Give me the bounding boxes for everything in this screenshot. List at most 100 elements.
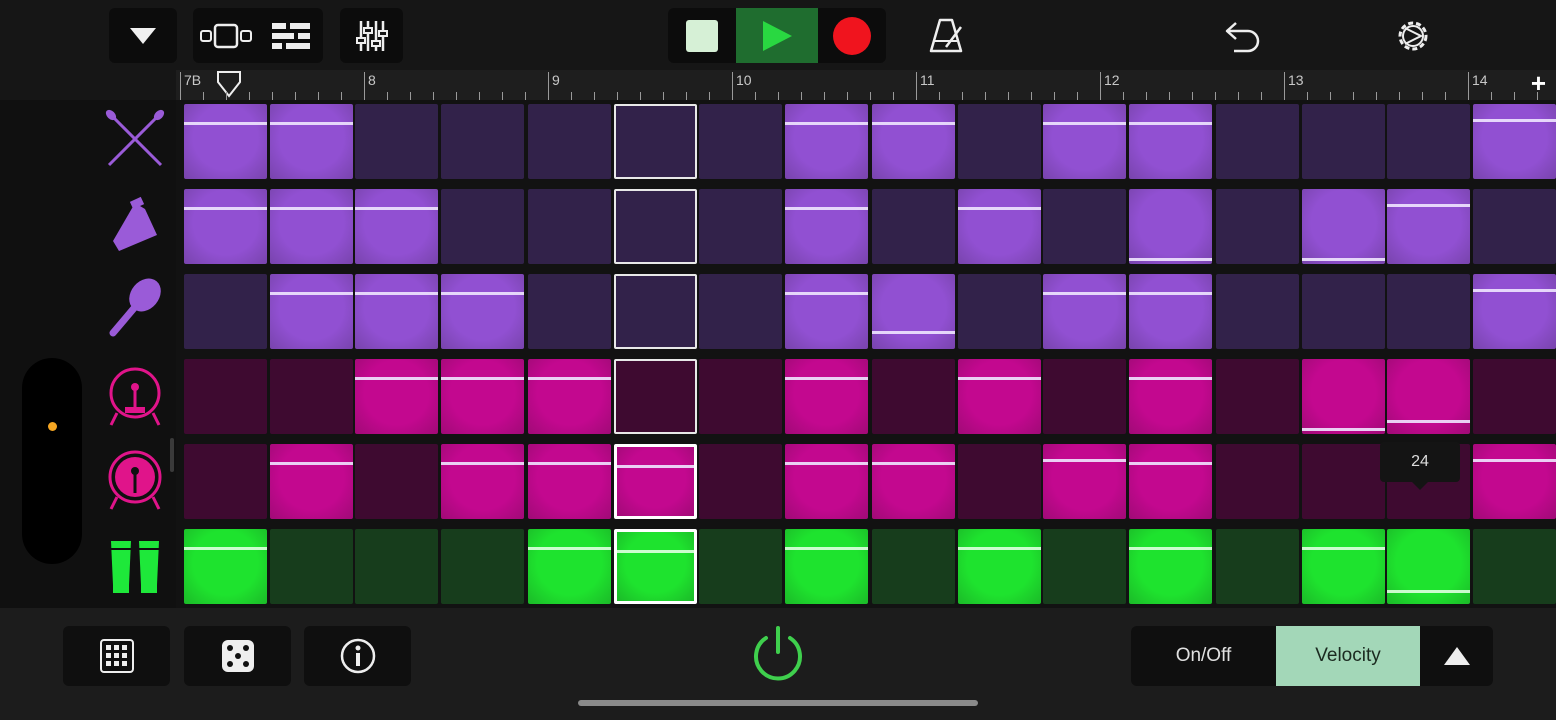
velocity-line[interactable] [784, 122, 868, 125]
step-cell[interactable] [528, 104, 611, 179]
velocity-line[interactable] [957, 207, 1041, 210]
step-cell[interactable] [1472, 274, 1556, 349]
step-cell[interactable] [440, 444, 524, 519]
velocity-line[interactable] [440, 377, 524, 380]
velocity-line[interactable] [355, 377, 438, 380]
step-cell[interactable] [1387, 274, 1470, 349]
timeline-ruler[interactable]: + 7B 8 9 10 11 12 13 14 [176, 68, 1556, 103]
step-cell[interactable] [1472, 359, 1556, 434]
step-cell[interactable] [1216, 104, 1299, 179]
step-cell[interactable] [613, 359, 697, 434]
step-cell[interactable] [440, 359, 524, 434]
step-cell[interactable] [1301, 104, 1385, 179]
power-button[interactable] [748, 622, 808, 686]
step-cell[interactable] [957, 104, 1041, 179]
step-cell[interactable] [1301, 444, 1385, 519]
play-button[interactable] [736, 8, 818, 63]
velocity-line[interactable] [184, 122, 267, 125]
step-cell[interactable] [528, 189, 611, 264]
velocity-line[interactable] [269, 462, 353, 465]
grid-size-button[interactable] [63, 626, 170, 686]
velocity-mode-tab[interactable]: Velocity [1276, 626, 1420, 686]
step-cell[interactable] [528, 444, 611, 519]
step-cell[interactable] [957, 529, 1041, 604]
add-section-button[interactable]: + [1531, 68, 1546, 99]
velocity-line[interactable] [1128, 462, 1212, 465]
instrument-row-5[interactable] [100, 446, 170, 516]
step-cell[interactable] [355, 444, 438, 519]
browser-dropdown-button[interactable] [109, 8, 177, 63]
velocity-line[interactable] [784, 462, 868, 465]
stop-button[interactable] [668, 8, 736, 63]
playhead-marker[interactable] [216, 70, 242, 103]
step-cell[interactable] [784, 444, 868, 519]
step-cell[interactable] [184, 104, 267, 179]
velocity-line[interactable] [355, 292, 438, 295]
step-cell[interactable] [1043, 274, 1126, 349]
velocity-line[interactable] [616, 550, 694, 553]
velocity-line[interactable] [957, 377, 1041, 380]
velocity-line[interactable] [1043, 292, 1126, 295]
step-cell[interactable] [784, 274, 868, 349]
velocity-line[interactable] [528, 547, 611, 550]
velocity-line[interactable] [784, 292, 868, 295]
step-cell[interactable] [269, 529, 353, 604]
step-cell[interactable] [957, 189, 1041, 264]
step-cell[interactable] [957, 444, 1041, 519]
step-cell[interactable] [872, 189, 955, 264]
velocity-line[interactable] [616, 465, 694, 468]
step-cell[interactable] [613, 104, 697, 179]
step-cell[interactable] [1387, 359, 1470, 434]
step-cell[interactable] [613, 529, 697, 604]
velocity-line[interactable] [440, 292, 524, 295]
velocity-line[interactable] [528, 462, 611, 465]
step-cell[interactable] [699, 444, 782, 519]
live-loops-view-button[interactable] [258, 21, 323, 51]
step-cell[interactable] [957, 359, 1041, 434]
velocity-line[interactable] [1301, 428, 1385, 431]
step-cell[interactable] [1128, 529, 1212, 604]
instrument-row-3[interactable] [100, 272, 170, 342]
velocity-line[interactable] [184, 547, 267, 550]
step-cell[interactable] [872, 104, 955, 179]
step-cell[interactable] [269, 189, 353, 264]
velocity-line[interactable] [1472, 459, 1556, 462]
tracks-view-button[interactable] [193, 22, 258, 50]
step-cell[interactable] [440, 529, 524, 604]
step-cell[interactable] [184, 529, 267, 604]
on-off-mode-tab[interactable]: On/Off [1131, 626, 1276, 686]
step-cell[interactable] [184, 189, 267, 264]
step-cell[interactable] [1043, 359, 1126, 434]
velocity-line[interactable] [957, 547, 1041, 550]
velocity-line[interactable] [355, 207, 438, 210]
step-cell[interactable] [355, 529, 438, 604]
step-cell[interactable] [613, 444, 697, 519]
step-cell[interactable] [613, 274, 697, 349]
step-cell[interactable] [440, 104, 524, 179]
step-cell[interactable] [784, 529, 868, 604]
step-cell[interactable] [1387, 104, 1470, 179]
step-cell[interactable] [355, 104, 438, 179]
step-cell[interactable] [440, 189, 524, 264]
instrument-row-2[interactable] [100, 190, 170, 260]
row-scroll-pill[interactable] [22, 358, 82, 564]
velocity-line[interactable] [872, 331, 955, 334]
step-cell[interactable] [528, 359, 611, 434]
velocity-line[interactable] [269, 122, 353, 125]
step-cell[interactable] [784, 104, 868, 179]
velocity-line[interactable] [1472, 289, 1556, 292]
step-cell[interactable] [1472, 104, 1556, 179]
step-cell[interactable] [1472, 444, 1556, 519]
instrument-row-6[interactable] [100, 532, 170, 602]
step-cell[interactable] [1387, 529, 1470, 604]
step-cell[interactable] [528, 274, 611, 349]
metronome-button[interactable] [918, 8, 974, 63]
step-cell[interactable] [1128, 444, 1212, 519]
step-cell[interactable] [184, 359, 267, 434]
velocity-line[interactable] [784, 377, 868, 380]
step-cell[interactable] [1043, 529, 1126, 604]
step-cell[interactable] [784, 359, 868, 434]
velocity-line[interactable] [1043, 459, 1126, 462]
step-cell[interactable] [269, 104, 353, 179]
velocity-line[interactable] [784, 207, 868, 210]
